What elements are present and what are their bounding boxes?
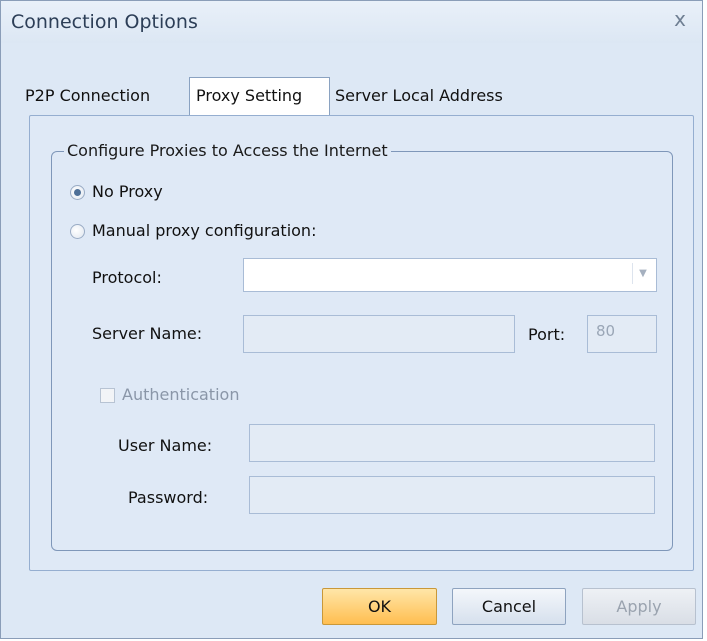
- username-label: User Name:: [118, 436, 213, 455]
- server-name-field[interactable]: [243, 315, 515, 353]
- connection-options-dialog: Connection Options x P2P Connection Prox…: [0, 0, 703, 639]
- port-field[interactable]: 80: [587, 315, 657, 353]
- tab-p2p-connection[interactable]: P2P Connection: [15, 78, 187, 113]
- cancel-button[interactable]: Cancel: [452, 588, 566, 625]
- no-proxy-radio[interactable]: [70, 185, 85, 200]
- server-name-label: Server Name:: [92, 324, 203, 343]
- ok-button[interactable]: OK: [322, 588, 437, 625]
- no-proxy-label[interactable]: No Proxy: [92, 182, 163, 201]
- port-label: Port:: [528, 325, 566, 344]
- chevron-down-icon[interactable]: ▼: [632, 263, 653, 284]
- authentication-label[interactable]: Authentication: [122, 385, 239, 404]
- password-field[interactable]: [249, 476, 655, 514]
- username-field[interactable]: [249, 424, 655, 462]
- dialog-title: Connection Options: [11, 11, 198, 33]
- apply-button[interactable]: Apply: [582, 588, 696, 625]
- manual-proxy-radio[interactable]: [70, 224, 85, 239]
- proxy-config-group: Configure Proxies to Access the Internet…: [51, 141, 673, 551]
- password-label: Password:: [128, 488, 209, 507]
- proxy-setting-panel: Configure Proxies to Access the Internet…: [29, 115, 694, 571]
- protocol-label: Protocol:: [92, 268, 162, 287]
- authentication-checkbox[interactable]: [100, 388, 115, 403]
- tab-proxy-setting[interactable]: Proxy Setting: [189, 77, 330, 115]
- protocol-select[interactable]: ▼: [243, 258, 657, 292]
- title-bar: Connection Options x: [1, 1, 702, 43]
- group-title: Configure Proxies to Access the Internet: [64, 141, 391, 160]
- port-value: 80: [596, 322, 616, 340]
- manual-proxy-label[interactable]: Manual proxy configuration:: [92, 221, 316, 240]
- close-icon[interactable]: x: [670, 9, 690, 29]
- tab-server-local-address[interactable]: Server Local Address: [335, 78, 535, 113]
